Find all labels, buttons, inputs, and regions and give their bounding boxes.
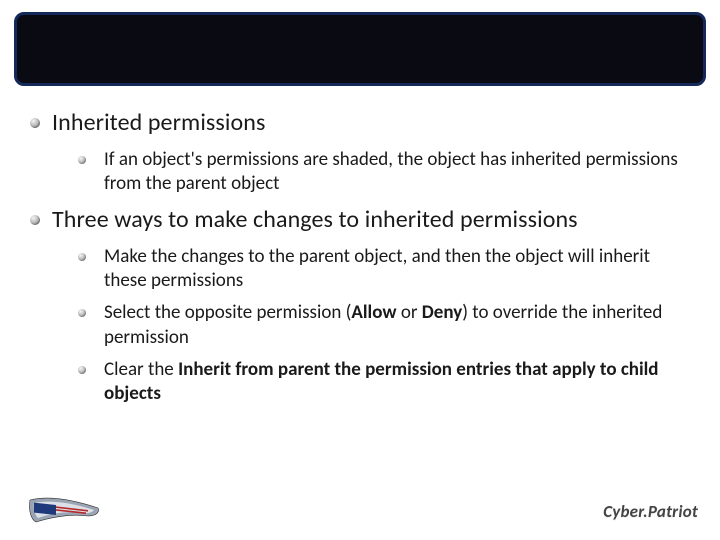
sub-list: Make the changes to the parent object, a… bbox=[52, 245, 696, 407]
list-item: Select the opposite permission (Allow or… bbox=[78, 301, 696, 350]
bullet-icon bbox=[30, 118, 40, 128]
sub-list: If an object's permissions are shaded, t… bbox=[52, 148, 696, 197]
list-item: Three ways to make changes to inherited … bbox=[30, 205, 696, 407]
bullet-icon bbox=[30, 215, 40, 225]
bullet-list: Inherited permissions If an object's per… bbox=[30, 108, 696, 407]
list-item-text: Select the opposite permission (Allow or… bbox=[104, 301, 696, 350]
title-bar bbox=[14, 12, 706, 86]
list-item-text: Clear the Inherit from parent the permis… bbox=[104, 358, 696, 407]
list-item: Clear the Inherit from parent the permis… bbox=[78, 358, 696, 407]
list-item-text: Inherited permissions bbox=[52, 108, 696, 138]
slide: Inherited permissions If an object's per… bbox=[0, 0, 720, 540]
flag-ribbon-logo bbox=[28, 494, 106, 526]
footer: Cyber.Patriot bbox=[0, 486, 720, 530]
bullet-icon bbox=[78, 309, 86, 317]
list-item-text: Three ways to make changes to inherited … bbox=[52, 205, 696, 235]
bullet-icon bbox=[78, 253, 86, 261]
list-item: Make the changes to the parent object, a… bbox=[78, 245, 696, 294]
list-item-text: Make the changes to the parent object, a… bbox=[104, 245, 696, 294]
list-item-text: If an object's permissions are shaded, t… bbox=[104, 148, 696, 197]
bullet-icon bbox=[78, 366, 86, 374]
bullet-icon bbox=[78, 156, 86, 164]
list-item: If an object's permissions are shaded, t… bbox=[78, 148, 696, 197]
content-area: Inherited permissions If an object's per… bbox=[30, 108, 696, 415]
brand-text: Cyber.Patriot bbox=[603, 501, 698, 522]
list-item: Inherited permissions If an object's per… bbox=[30, 108, 696, 197]
